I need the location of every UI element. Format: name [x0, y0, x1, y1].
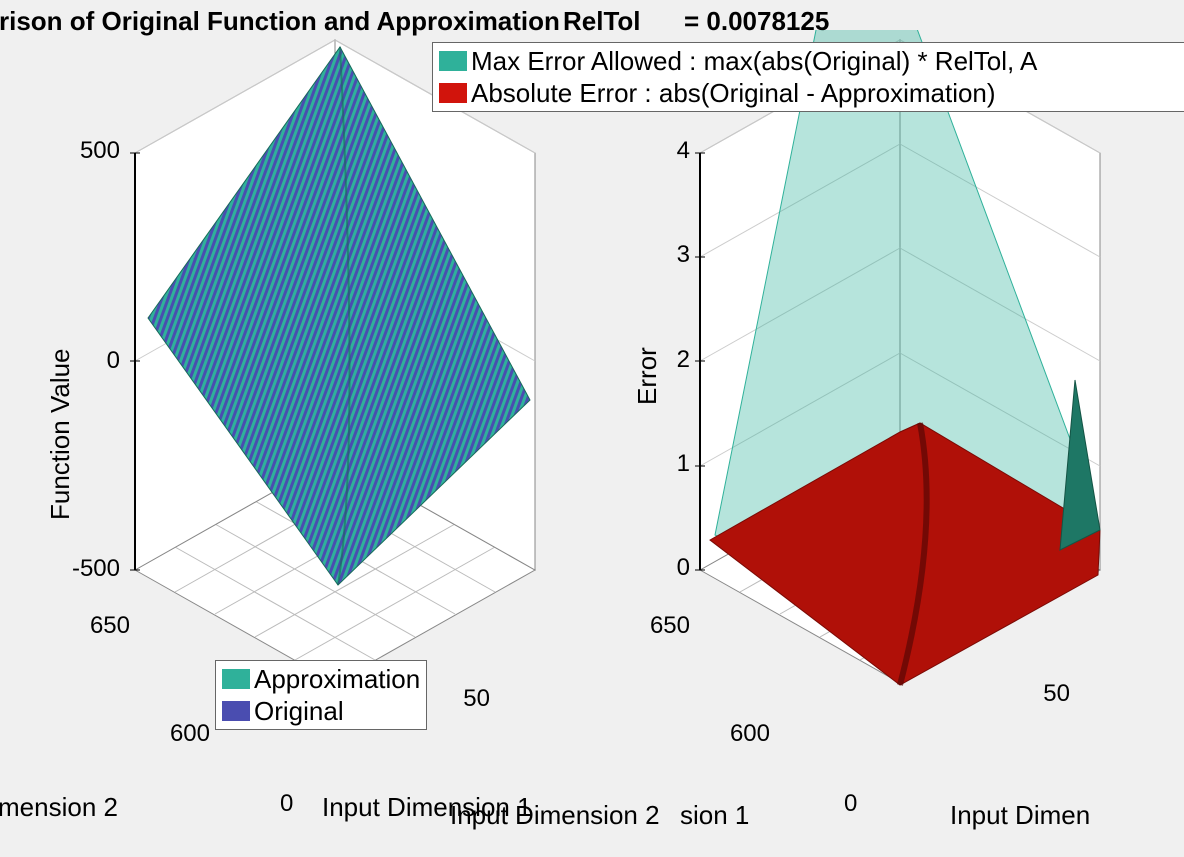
left-legend[interactable]: Approximation Original	[215, 660, 427, 730]
legend-label: Max Error Allowed : max(abs(Original) * …	[471, 45, 1037, 77]
right-legend[interactable]: Max Error Allowed : max(abs(Original) * …	[432, 42, 1184, 112]
left-ztick-500: 500	[60, 137, 120, 165]
legend-label: Approximation	[254, 663, 420, 695]
right-ylabel: Input Dimension 2	[450, 800, 660, 831]
left-xtick-0: 0	[280, 790, 310, 818]
right-xlabel: Input Dimen	[950, 800, 1090, 831]
swatch-teal-icon	[222, 669, 250, 689]
right-zlabel: Error	[632, 347, 663, 405]
right-xtick-0: 0	[844, 790, 874, 818]
right-ztick-3: 3	[662, 241, 690, 269]
legend-label: Absolute Error : abs(Original - Approxim…	[471, 77, 996, 109]
right-ylabel-sion1: sion 1	[680, 800, 749, 831]
swatch-purple-icon	[222, 701, 250, 721]
legend-item-max-error[interactable]: Max Error Allowed : max(abs(Original) * …	[439, 45, 1178, 77]
left-zlabel: Function Value	[45, 348, 76, 520]
left-ytick-600: 600	[140, 720, 210, 748]
legend-item-abs-error[interactable]: Absolute Error : abs(Original - Approxim…	[439, 77, 1178, 109]
legend-item-original[interactable]: Original	[222, 695, 420, 727]
right-ytick-600: 600	[700, 720, 770, 748]
swatch-teal-icon	[439, 51, 467, 71]
legend-item-approximation[interactable]: Approximation	[222, 663, 420, 695]
swatch-red-icon	[439, 83, 467, 103]
right-ztick-1: 1	[662, 450, 690, 478]
legend-label: Original	[254, 695, 344, 727]
left-ylabel: mension 2	[0, 792, 118, 823]
right-ytick-650: 650	[620, 612, 690, 640]
right-ztick-2: 2	[662, 346, 690, 374]
right-ztick-4: 4	[662, 137, 690, 165]
right-ztick-0: 0	[662, 554, 690, 582]
left-ytick-650: 650	[60, 612, 130, 640]
left-ztick-neg500: -500	[50, 555, 120, 583]
right-xtick-50: 50	[1020, 680, 1070, 708]
left-xtick-50: 50	[440, 685, 490, 713]
